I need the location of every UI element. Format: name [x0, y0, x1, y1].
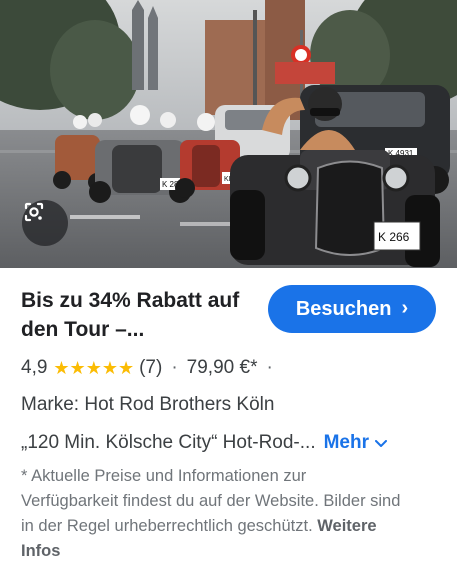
- more-label: Mehr: [323, 432, 369, 453]
- product-title[interactable]: Bis zu 34% Rabatt auf den Tour –...: [21, 286, 251, 344]
- rating-value: 4,9: [21, 357, 48, 378]
- description-text: „120 Min. Kölsche City“ Hot-Rod-...: [21, 432, 316, 453]
- google-lens-button[interactable]: [22, 200, 68, 246]
- brand-label: Marke: Hot Rod Brothers Köln: [21, 394, 275, 415]
- hot-rod-tour-image: K 4931 K 288 KI 47 K 266: [0, 0, 457, 268]
- visit-button-label: Besuchen: [295, 297, 392, 320]
- product-photo[interactable]: K 4931 K 288 KI 47 K 266: [0, 0, 457, 268]
- visit-button[interactable]: Besuchen ›: [268, 285, 436, 333]
- rating-row: 4,9 ★★★★★ (7) · 79,90 €* ·: [21, 355, 282, 381]
- disclaimer: * Aktuelle Preise und Informationen zur …: [21, 464, 401, 564]
- chevron-right-icon: ›: [401, 296, 409, 319]
- more-button[interactable]: Mehr: [324, 432, 387, 454]
- review-count[interactable]: (7): [139, 357, 162, 379]
- description-row: „120 Min. Kölsche City“ Hot-Rod-... Mehr: [21, 430, 441, 456]
- hotrod-plate-front: K 266: [378, 230, 410, 244]
- google-lens-icon: [24, 202, 44, 222]
- chevron-down-icon: [375, 440, 387, 447]
- trailing-separator: ·: [266, 357, 273, 378]
- star-rating-icons: ★★★★★: [53, 357, 135, 378]
- separator: ·: [171, 357, 178, 378]
- price: 79,90 €*: [186, 357, 258, 378]
